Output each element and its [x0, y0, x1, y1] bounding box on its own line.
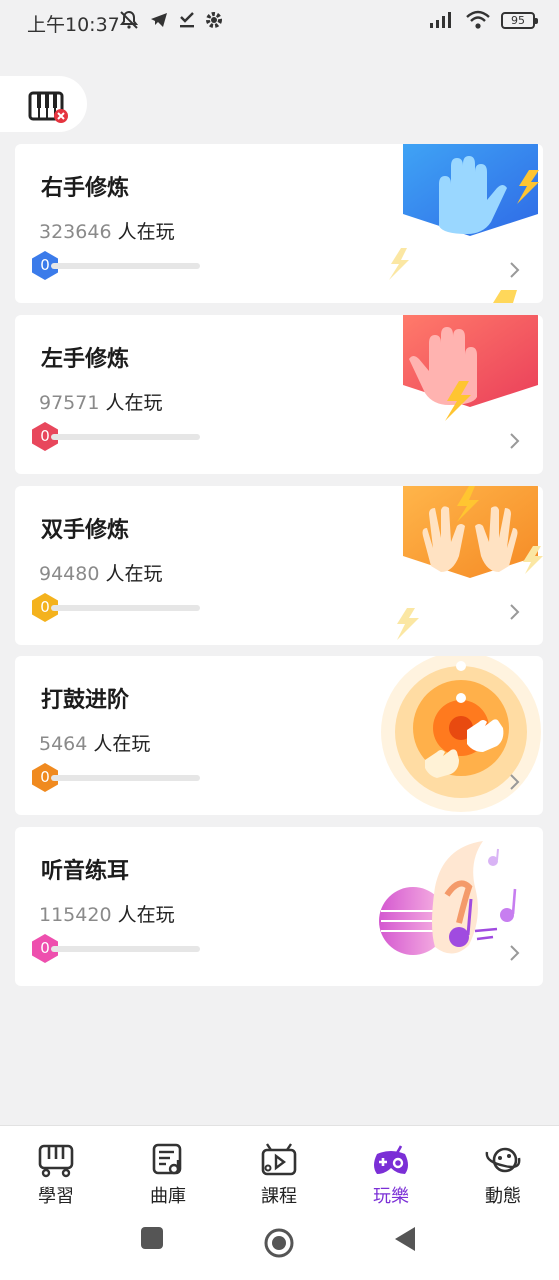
game-card-left-hand[interactable]: 左手修炼 97571 人在玩 0 [15, 315, 543, 474]
telegram-icon [151, 13, 167, 27]
card-title: 左手修炼 [41, 347, 130, 372]
piano-connection-button[interactable] [0, 76, 87, 132]
game-controller-icon [374, 1145, 408, 1174]
game-card-right-hand[interactable]: 右手修炼 323646 人在玩 0 [15, 144, 543, 303]
player-count: 115420 人在玩 [39, 904, 175, 926]
nav-label: 學習 [38, 1186, 74, 1207]
nav-tab-courses[interactable]: 課程 [239, 1142, 319, 1208]
recent-apps-icon[interactable] [140, 1226, 164, 1250]
status-time: 上午10:37 [27, 14, 120, 36]
music-sheet-icon [152, 1143, 182, 1175]
gear-icon [206, 12, 222, 28]
player-count: 94480 人在玩 [39, 563, 163, 585]
bell-muted-icon [119, 10, 139, 29]
progress-bar [51, 434, 200, 440]
progress-bar [51, 605, 200, 611]
video-course-icon [261, 1143, 297, 1176]
player-count: 323646 人在玩 [39, 221, 175, 243]
nav-tab-library[interactable]: 曲庫 [128, 1142, 208, 1208]
chevron-right-icon [510, 945, 520, 961]
signal-icon [430, 12, 451, 28]
card-title: 听音练耳 [41, 859, 130, 884]
chevron-right-icon [510, 262, 520, 278]
checklist-icon [180, 12, 194, 28]
nav-tab-feed[interactable]: 動態 [463, 1142, 543, 1208]
battery-indicator: 95 [501, 11, 538, 29]
player-count: 97571 人在玩 [39, 392, 163, 414]
nav-label: 動態 [485, 1186, 521, 1207]
card-title: 右手修炼 [41, 176, 130, 201]
player-count: 5464 人在玩 [39, 733, 151, 755]
progress-bar [51, 946, 200, 952]
chevron-right-icon [510, 604, 520, 620]
status-bar: 上午10:37 95 [0, 0, 559, 44]
nav-tab-learning[interactable]: 學習 [16, 1142, 96, 1208]
card-title: 双手修炼 [41, 518, 130, 543]
piano-disconnected-icon [28, 91, 68, 123]
piano-keys-icon [38, 1144, 74, 1178]
home-icon[interactable] [263, 1227, 295, 1259]
chevron-right-icon [510, 433, 520, 449]
card-title: 打鼓进阶 [41, 688, 130, 713]
nav-label: 課程 [261, 1186, 297, 1207]
chevron-right-icon [510, 774, 520, 790]
game-card-both-hands[interactable]: 双手修炼 94480 人在玩 0 [15, 486, 543, 645]
nav-tab-play[interactable]: 玩樂 [351, 1142, 431, 1208]
nav-label: 玩樂 [373, 1186, 409, 1207]
back-icon[interactable] [393, 1226, 417, 1252]
planet-icon [485, 1147, 521, 1173]
progress-bar [51, 263, 200, 269]
wifi-icon [466, 10, 490, 29]
progress-bar [51, 775, 200, 781]
game-card-ear-training[interactable]: 听音练耳 115420 人在玩 0 [15, 827, 543, 986]
nav-label: 曲庫 [150, 1186, 186, 1207]
game-card-drum[interactable]: 打鼓进阶 5464 人在玩 0 [15, 656, 543, 815]
